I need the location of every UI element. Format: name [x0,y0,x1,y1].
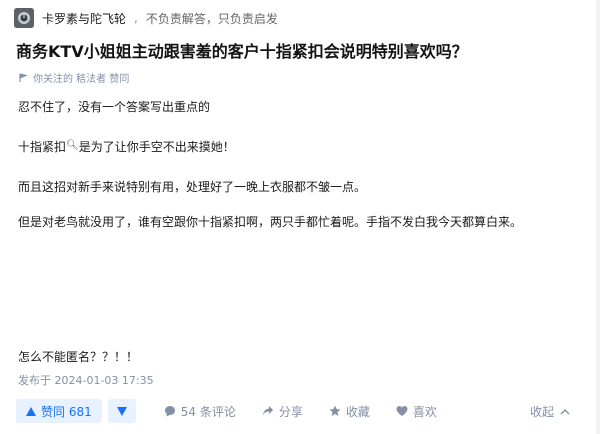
collapse-label: 收起 [529,405,554,419]
author-separator: , [134,11,138,25]
search-icon[interactable]: 🔍︎ [66,140,79,151]
answer-paragraph-2-rest: 是为了让你手空不出来摸她！ [78,140,235,154]
avatar[interactable] [14,8,34,28]
vote-up-label: 赞同 681 [41,404,92,419]
comment-icon [164,406,175,417]
publish-time: 发布于 2024-01-03 17:35 [18,374,154,387]
author-row: 卡罗素与陀飞轮 , 不负责解答，只负责启发 [14,8,278,28]
question-title[interactable]: 商务KTV小姐姐主动跟害羞的客户十指紧扣会说明特别喜欢吗？ [16,38,591,62]
share-button[interactable]: 分享 [262,403,303,420]
answer-paragraph-2: 十指紧扣🔍︎是为了让你手空不出来摸她！ [18,138,235,155]
answer-paragraph-5: 怎么不能匿名？？！！ [18,350,139,364]
triangle-up-icon [26,406,36,416]
like-label: 喜欢 [412,404,437,419]
answer-paragraph-3: 而且这招对新手来说特别有用，处理好了一晚上衣服都不皱一点。 [18,180,367,194]
answer-keyword-link[interactable]: 十指紧扣 [18,140,66,154]
scroll-edge [596,0,600,434]
share-label: 分享 [278,404,303,419]
vote-up-button[interactable]: 赞同 681 [16,399,102,423]
heart-icon [396,406,408,416]
answer-paragraph-1: 忍不住了，没有一个答案写出重点的 [18,100,211,114]
triangle-down-icon [116,406,127,416]
star-icon [329,405,341,416]
comment-button[interactable]: 54 条评论 [164,403,236,420]
like-button[interactable]: 喜欢 [396,403,437,420]
action-bar: 赞同 681 54 条评论 分享 收藏 喜欢 收起 [16,398,592,424]
meta-text: 你关注的 秸法者 赞同 [33,74,130,85]
favorite-button[interactable]: 收藏 [329,403,370,420]
comment-label: 54 条评论 [180,404,236,419]
favorite-label: 收藏 [345,404,370,419]
collapse-button[interactable]: 收起 [530,403,570,420]
answer-paragraph-4: 但是对老鸟就没用了，谁有空跟你十指紧扣啊，两只手都忙着呢。手指不发白我今天都算白… [18,215,523,229]
author-name[interactable]: 卡罗素与陀飞轮 [42,10,126,27]
chevron-up-icon [560,409,570,415]
meta-row: 你关注的 秸法者 赞同 [18,70,129,85]
vote-down-button[interactable] [107,399,136,423]
share-icon [262,406,273,416]
flag-icon [19,72,28,82]
author-bio: 不负责解答，只负责启发 [145,11,278,26]
